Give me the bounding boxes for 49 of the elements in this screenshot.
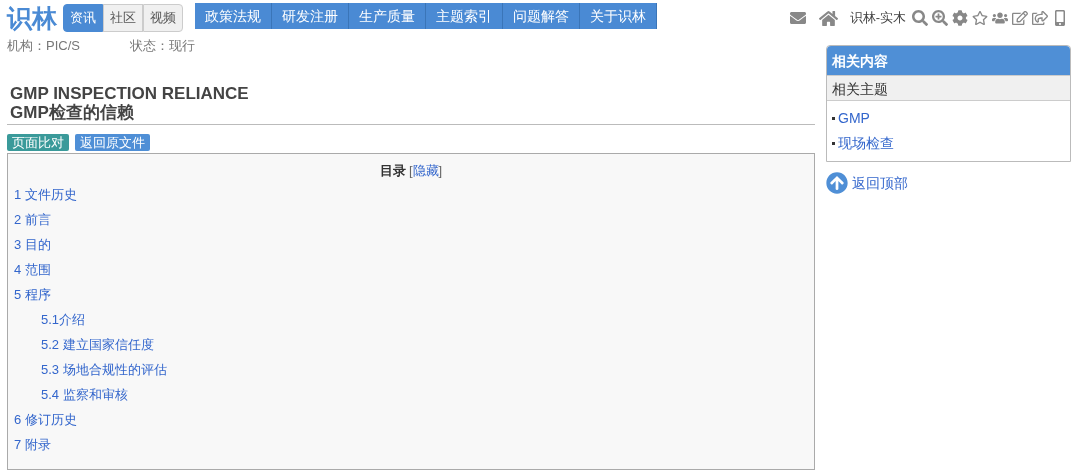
mobile-icon[interactable]: [1052, 10, 1068, 26]
bullet-icon: [832, 117, 835, 120]
nav-menu-item[interactable]: 问题解答: [503, 3, 580, 29]
search-icon[interactable]: [912, 10, 928, 26]
tab[interactable]: 视频: [143, 4, 183, 32]
toc-link[interactable]: 2 前言: [14, 207, 51, 232]
share-icon[interactable]: [1032, 10, 1048, 26]
bracket-text: ]: [438, 162, 443, 178]
back-to-top-link[interactable]: 返回顶部: [852, 172, 908, 194]
bracket-text: [: [408, 162, 413, 178]
site-logo[interactable]: 识林: [7, 5, 57, 31]
related-link[interactable]: GMP: [838, 108, 870, 129]
title-chinese: GMP检查的信赖: [10, 102, 135, 123]
toc-link[interactable]: 5.2 建立国家信任度: [41, 332, 154, 357]
tab[interactable]: 资讯: [63, 4, 103, 32]
title-english: GMP INSPECTION RELIANCE: [10, 83, 250, 103]
nav-menu-item[interactable]: 主题索引: [426, 3, 503, 29]
toc-link[interactable]: 4 范围: [14, 257, 51, 282]
mail-icon[interactable]: [788, 10, 807, 26]
settings-icon[interactable]: [952, 10, 968, 26]
meta-text: 机构：PIC/S: [7, 37, 80, 55]
toc-link[interactable]: 5.3 场地合规性的评估: [41, 357, 167, 382]
nav-menu-item[interactable]: 研发注册: [272, 3, 349, 29]
toc-title: 目录: [379, 161, 406, 180]
toc-link[interactable]: 3 目的: [14, 232, 51, 257]
toc-link[interactable]: 6 修订历史: [14, 407, 77, 432]
related-subheader: 相关主题: [827, 75, 1070, 101]
star-icon[interactable]: [972, 10, 988, 26]
bullet-icon: [832, 142, 835, 145]
related-header: 相关内容: [827, 46, 1070, 75]
toc-link[interactable]: 5 程序: [14, 282, 51, 307]
home-icon[interactable]: [818, 9, 838, 27]
toc-link[interactable]: 5.1介绍: [41, 307, 86, 332]
toc-link[interactable]: 7 附录: [14, 432, 51, 457]
tab[interactable]: 社区: [103, 4, 143, 32]
toc-link[interactable]: 5.4 监察和审核: [41, 382, 128, 407]
edit-icon[interactable]: [1012, 10, 1028, 26]
users-icon[interactable]: [992, 10, 1008, 26]
up-arrow-icon[interactable]: [826, 172, 848, 194]
nav-menu-item[interactable]: 政策法规: [195, 3, 272, 29]
zoom-in-icon[interactable]: [932, 10, 948, 26]
user-link[interactable]: 识林-实木: [849, 8, 906, 28]
meta-text: 状态：现行: [129, 37, 195, 55]
action-button[interactable]: 页面比对: [7, 133, 69, 151]
nav-menu-item[interactable]: 生产质量: [349, 3, 426, 29]
toc-link[interactable]: 1 文件历史: [14, 182, 77, 207]
nav-menu-item[interactable]: 关于识林: [580, 3, 657, 29]
related-link[interactable]: 现场检查: [838, 133, 894, 154]
action-button[interactable]: 返回原文件: [75, 133, 150, 151]
